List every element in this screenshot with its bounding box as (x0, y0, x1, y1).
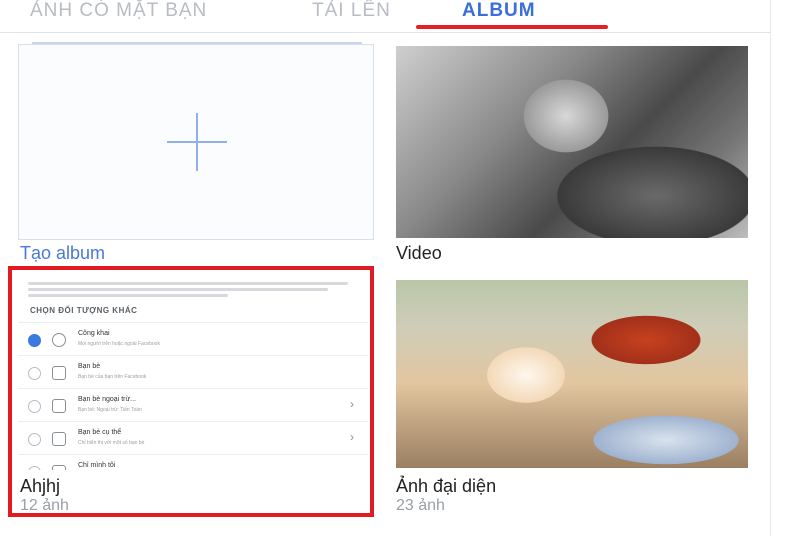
tab-bar: ẢNH CÓ MẶT BẠN TẢI LÊN ALBUM (0, 0, 770, 33)
active-tab-indicator (416, 25, 608, 29)
divider (770, 0, 771, 536)
profile-album-thumbnail[interactable] (396, 280, 748, 468)
tab-album[interactable]: ALBUM (462, 0, 536, 22)
video-album-label[interactable]: Video (396, 243, 442, 264)
plus-icon-vertical (196, 113, 198, 171)
profile-album-count: 23 ảnh (396, 497, 445, 514)
tab-faces[interactable]: ẢNH CÓ MẶT BẠN (30, 0, 207, 22)
profile-album-label[interactable]: Ảnh đại diện (396, 476, 496, 497)
highlight-box (8, 266, 374, 517)
create-album-link[interactable]: Tạo album (20, 243, 105, 264)
create-album-tile[interactable] (18, 44, 374, 240)
video-album-thumbnail[interactable] (396, 46, 748, 238)
tab-uploads[interactable]: TẢI LÊN (312, 0, 391, 22)
